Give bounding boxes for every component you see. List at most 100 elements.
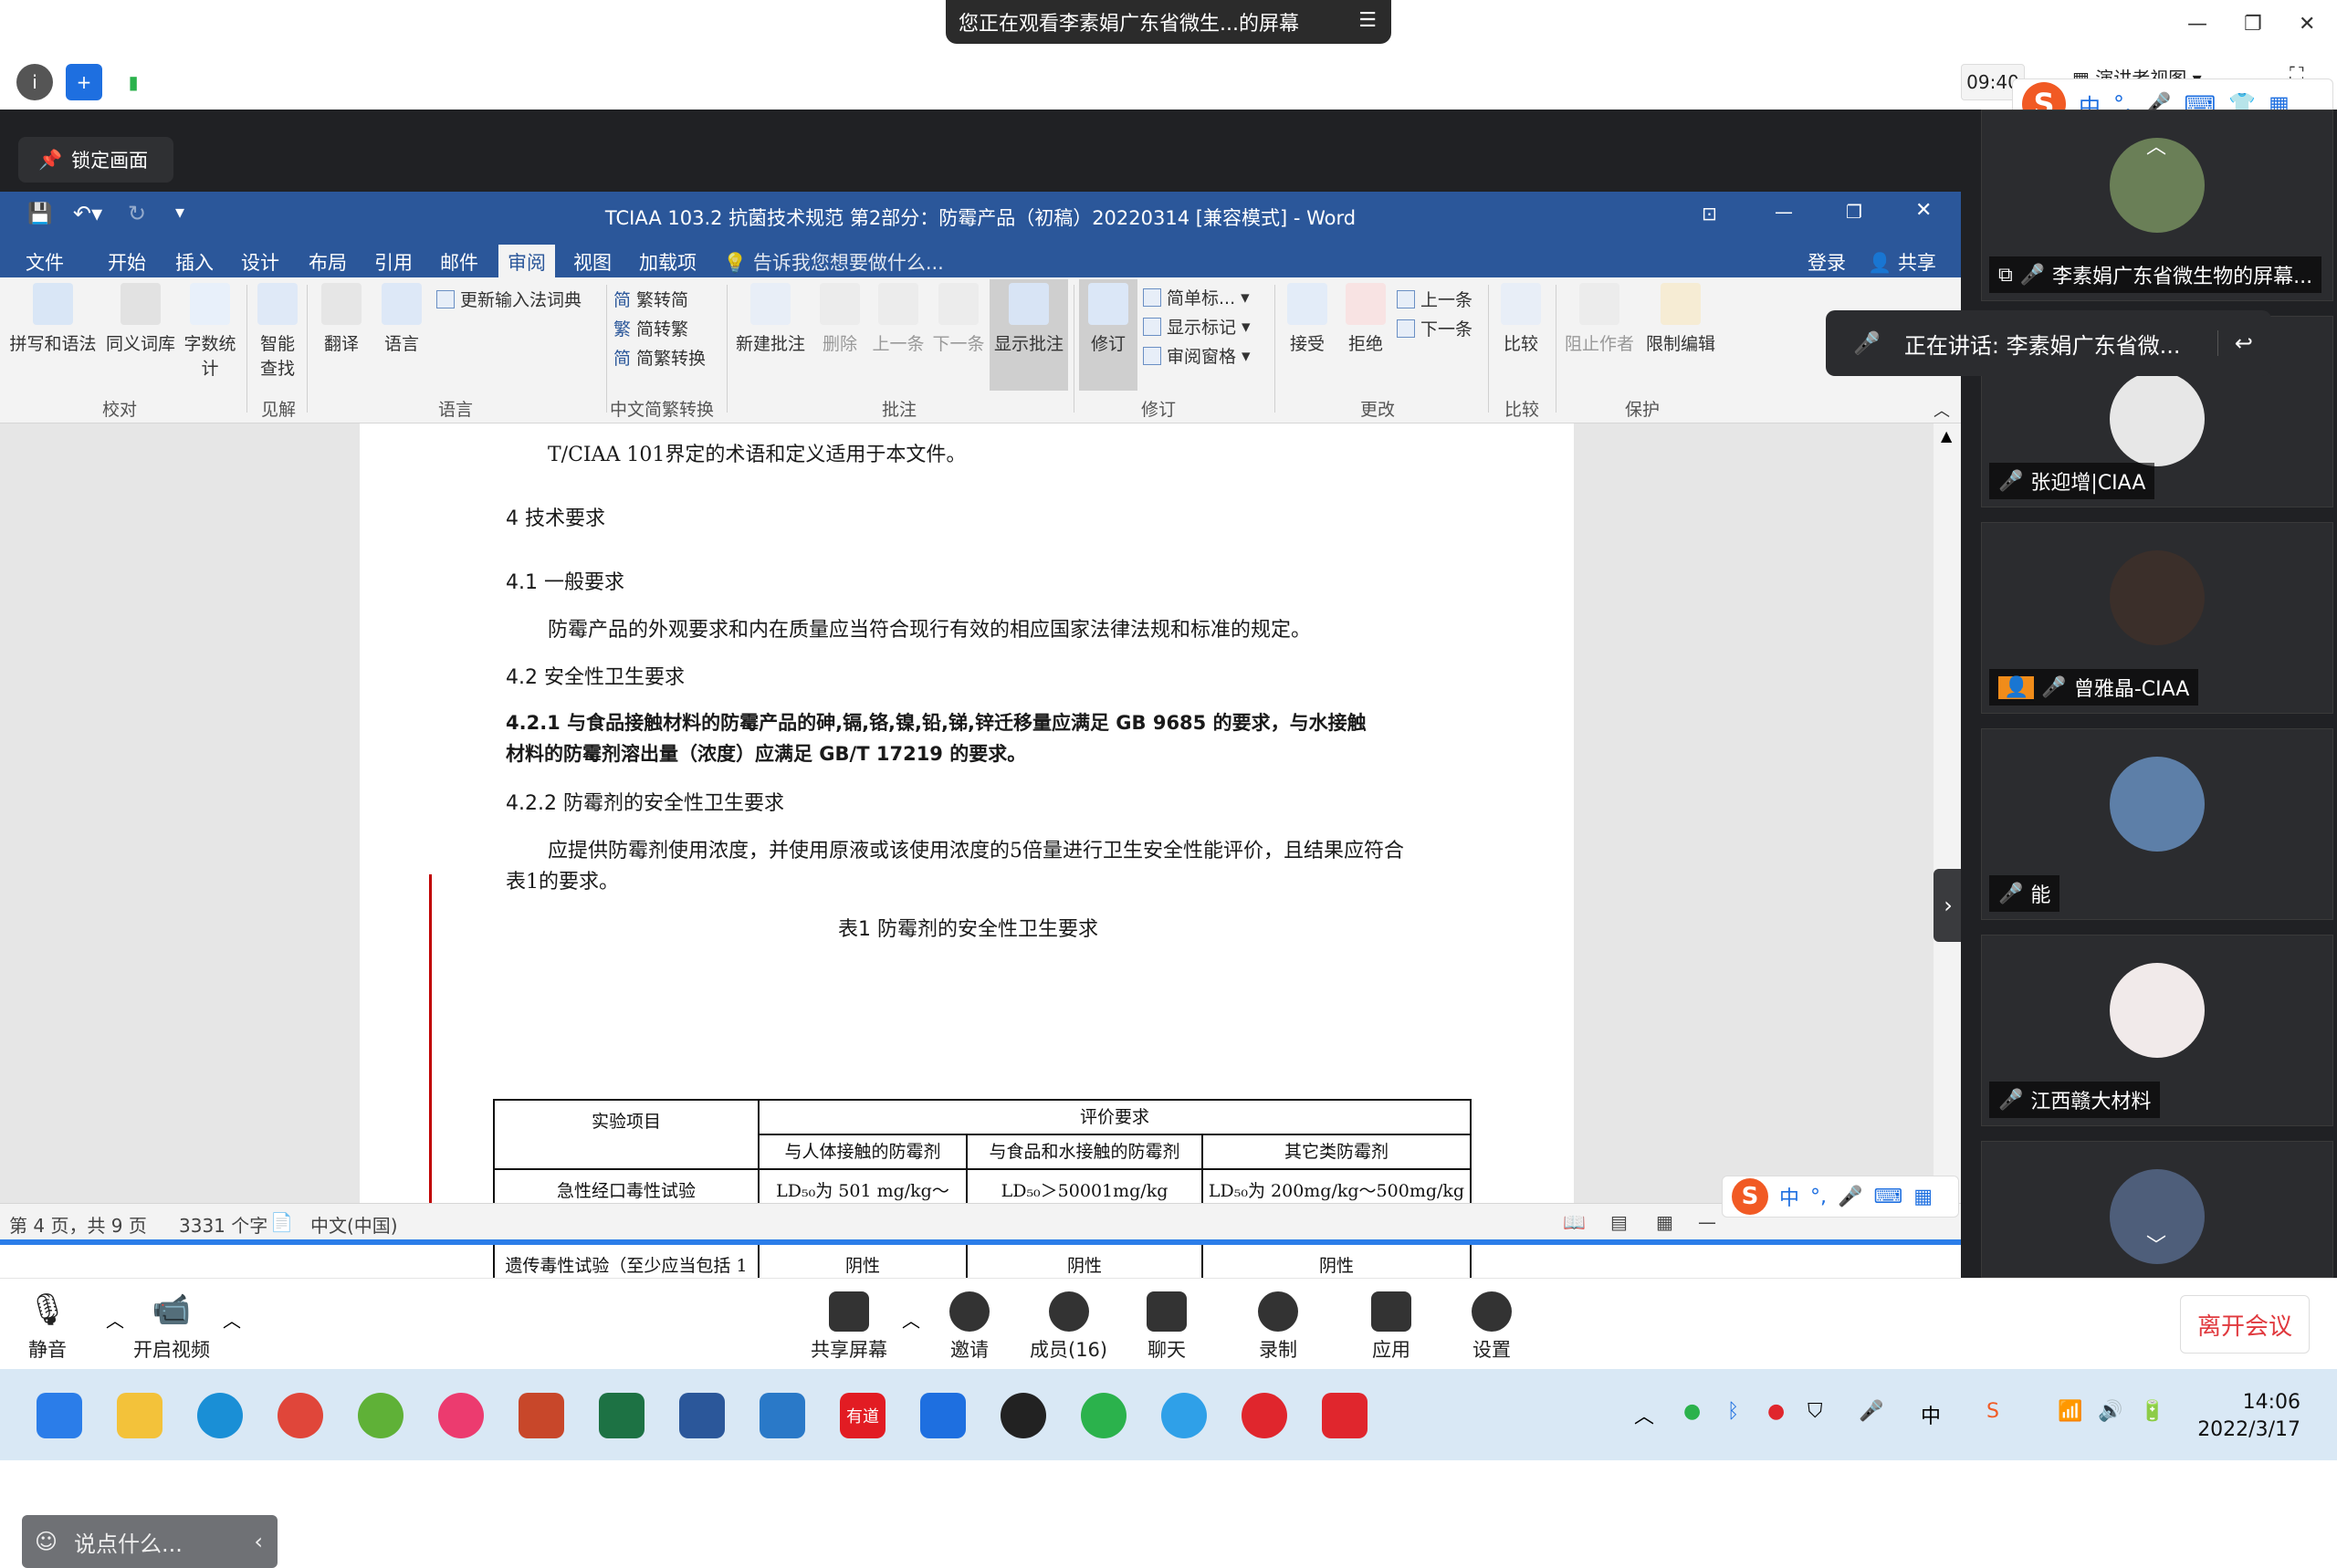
close-icon[interactable]: ✕ [2299,13,2315,36]
participant-tile[interactable]: ﹀ [1981,1141,2333,1278]
delete-comment-button[interactable]: 删除 [814,283,865,355]
ime-tray-icon[interactable]: 中 [1921,1400,1941,1429]
app-icon[interactable] [438,1393,484,1438]
tab-references[interactable]: 引用 [374,248,413,276]
update-ime-button[interactable]: 更新输入法词典 [436,287,582,311]
language-button[interactable]: 语言 [374,283,429,355]
show-markup-button[interactable]: 显示标记 ▾ [1143,314,1251,339]
settings-button[interactable]: 设置 [1472,1291,1512,1363]
wechat-icon[interactable] [1081,1393,1127,1438]
tray-clock[interactable]: 14:06 2022/3/17 [2197,1389,2300,1444]
track-changes-button[interactable]: 修订 [1079,279,1137,391]
convert-button[interactable]: 简简繁转换 [613,345,706,370]
tab-insert[interactable]: 插入 [175,248,214,276]
expand-panel-icon[interactable]: › [1934,869,1963,942]
vertical-scrollbar[interactable]: ▲ [1934,423,1961,1203]
mic-tray-icon[interactable]: 🎤 [1859,1400,1883,1423]
return-icon[interactable]: ↩ [2216,330,2253,356]
emoji-icon[interactable]: ☺ [35,1529,58,1554]
to-simplified-button[interactable]: 简繁转简 [613,287,688,311]
chevron-up-icon[interactable]: ︿ [223,1306,241,1333]
edge-icon[interactable] [197,1393,243,1438]
chat-input[interactable]: ☺ 说点什么... ‹ [22,1515,278,1568]
sogou-tray-icon[interactable]: S [1986,1400,1999,1423]
prev-comment-button[interactable]: 上一条 [869,283,927,355]
notes-icon[interactable] [760,1393,805,1438]
print-layout-icon[interactable]: ▤ [1610,1211,1628,1233]
bluetooth-icon[interactable]: ᛒ [1727,1400,1739,1423]
leave-meeting-button[interactable]: 离开会议 [2180,1295,2310,1354]
pdf-icon[interactable] [1322,1393,1368,1438]
scroll-up-icon[interactable]: ︿ [2146,131,2166,160]
chevron-up-icon[interactable]: ︿ [106,1306,124,1333]
lock-screen-button[interactable]: 📌 锁定画面 [18,137,173,183]
word-count[interactable]: 3331 个字 [179,1211,267,1238]
new-comment-button[interactable]: 新建批注 [732,283,809,355]
music-tray-icon[interactable]: ● [1767,1400,1785,1423]
tab-review[interactable]: 审阅 [498,245,555,277]
participant-tile[interactable]: 🎤 能 [1981,728,2333,920]
scroll-down-icon[interactable]: ﹀ [2146,1229,2166,1259]
word-restore-icon[interactable]: ❐ [1846,201,1862,223]
volume-icon[interactable]: 🔊 [2098,1400,2122,1423]
to-traditional-button[interactable]: 繁简转繁 [613,316,688,340]
word-minimize-icon[interactable]: — [1775,201,1793,223]
review-pane-button[interactable]: 审阅窗格 ▾ [1143,343,1251,368]
ie-icon[interactable] [358,1393,403,1438]
file-explorer-icon[interactable] [117,1393,162,1438]
shield-icon[interactable]: ⛉ [1808,1400,1823,1423]
apps-button[interactable]: 应用 [1371,1291,1411,1363]
tab-view[interactable]: 视图 [573,248,612,276]
scroll-up-icon[interactable]: ▲ [1941,427,1952,444]
language-indicator[interactable]: 中文(中国) [310,1211,398,1238]
tab-file[interactable]: 文件 [26,248,64,276]
participant-tile[interactable]: ︿ ⧉ 🎤 李素娟广东省微生物的屏幕... [1981,110,2333,301]
next-comment-button[interactable]: 下一条 [929,283,988,355]
battery-icon[interactable]: 🔋 [2140,1400,2164,1423]
prev-change-button[interactable]: 上一条 [1397,287,1472,311]
next-change-button[interactable]: 下一条 [1397,316,1472,340]
windows-start-icon[interactable] [37,1393,82,1438]
compare-button[interactable]: 比较 [1493,283,1548,355]
translate-button[interactable]: 翻译 [314,283,369,355]
read-mode-icon[interactable]: 📖 [1563,1211,1586,1233]
menu-icon[interactable]: ☰ [1358,9,1377,32]
minimize-icon[interactable]: — [2187,13,2207,36]
document-page[interactable]: T/CIAA 101界定的术语和定义适用于本文件。 4 技术要求 4.1 一般要… [360,423,1574,1203]
chrome-icon[interactable] [278,1393,323,1438]
powerpoint-icon[interactable] [519,1393,564,1438]
share-button[interactable]: 👤 共享 [1868,248,1936,276]
tab-design[interactable]: 设计 [241,248,279,276]
word-count-button[interactable]: 字数统计 [181,283,239,380]
chevron-up-icon[interactable]: ︿ [902,1306,920,1333]
members-button[interactable]: 成员(16) [1030,1291,1107,1363]
proofing-icon[interactable]: 📄 [270,1211,293,1233]
thesaurus-button[interactable]: 同义词库 [102,283,179,355]
word-icon[interactable] [679,1393,725,1438]
block-authors-button[interactable]: 阻止作者 [1561,283,1638,355]
wechat-tray-icon[interactable]: ● [1683,1400,1701,1423]
security-shield-icon[interactable]: + [66,64,102,100]
share-screen-button[interactable]: 共享屏幕 [811,1291,887,1363]
video-button[interactable]: 📹 开启视频 [133,1291,210,1363]
simple-markup-select[interactable]: 简单标... ▾ [1143,285,1250,309]
participant-tile[interactable]: 🎤 江西赣大材料 [1981,935,2333,1126]
mute-button[interactable]: 🎙 静音 [27,1291,68,1363]
record-button[interactable]: 录制 [1258,1291,1298,1363]
participant-tile[interactable]: 👤 🎤 曾雅晶-CIAA [1981,522,2333,714]
meeting-app-icon[interactable] [920,1393,966,1438]
qq-icon[interactable] [1001,1393,1046,1438]
web-layout-icon[interactable]: ▦ [1656,1211,1673,1233]
excel-icon[interactable] [599,1393,645,1438]
collapse-chat-icon[interactable]: ‹ [254,1529,263,1554]
tab-layout[interactable]: 布局 [309,248,347,276]
invite-button[interactable]: 邀请 [949,1291,990,1363]
spelling-button[interactable]: 拼写和语法 [5,283,100,355]
accept-button[interactable]: 接受 [1280,283,1335,355]
login-link[interactable]: 登录 [1808,248,1846,276]
music-icon[interactable] [1242,1393,1287,1438]
zoom-out-icon[interactable]: — [1698,1211,1716,1233]
tray-expand-icon[interactable]: ︿ [1634,1400,1654,1429]
ribbon-display-icon[interactable]: ⊡ [1702,203,1717,225]
smart-lookup-button[interactable]: 智能查找 [252,283,303,380]
